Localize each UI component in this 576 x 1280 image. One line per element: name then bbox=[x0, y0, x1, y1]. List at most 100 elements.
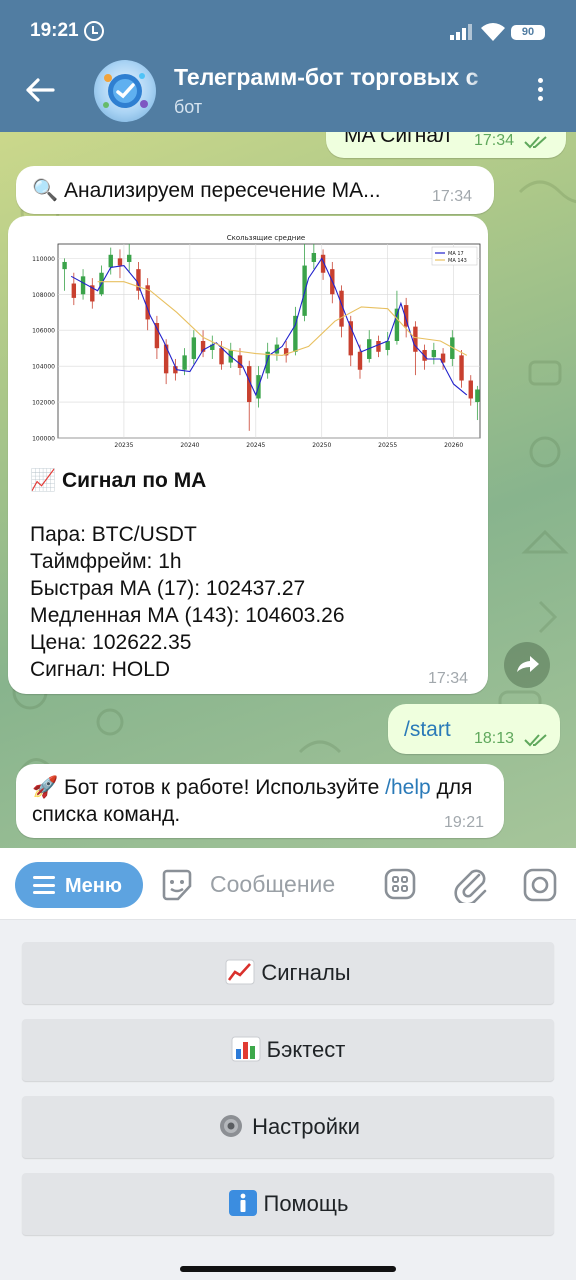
candle-body bbox=[459, 355, 464, 381]
chart-up-icon bbox=[225, 959, 255, 985]
message-text: MA Сигнал bbox=[344, 132, 451, 147]
candle-body bbox=[71, 283, 77, 298]
candle-body bbox=[62, 261, 67, 270]
x-tick-label: 20255 bbox=[378, 442, 397, 448]
message-text: 🔍 Анализируем пересечение МА... bbox=[32, 179, 381, 202]
candle-body bbox=[385, 341, 390, 350]
candle-body bbox=[431, 349, 437, 358]
settings-button[interactable]: Настройки bbox=[22, 1096, 554, 1158]
incoming-message[interactable]: 🚀 Бот готов к работе! Используйте /help … bbox=[16, 764, 504, 838]
bot-keyboard: Сигналы Бэктест Настройки Помощь bbox=[0, 920, 576, 1280]
help-command-link[interactable]: /help bbox=[385, 776, 431, 799]
x-tick-label: 20235 bbox=[114, 442, 133, 448]
x-tick-label: 20240 bbox=[180, 442, 199, 448]
help-button[interactable]: Помощь bbox=[22, 1173, 554, 1235]
more-options-icon[interactable] bbox=[530, 78, 550, 108]
navigation-handle[interactable] bbox=[180, 1266, 396, 1272]
outgoing-message[interactable]: /start 18:13 bbox=[388, 704, 560, 754]
signals-button[interactable]: Сигналы bbox=[22, 942, 554, 1004]
candle-body bbox=[80, 276, 86, 295]
outgoing-message[interactable]: MA Сигнал 17:34 bbox=[326, 132, 566, 158]
signal-slow-ma: Медленная МА (143): 104603.26 bbox=[30, 604, 345, 627]
candle-body bbox=[154, 323, 160, 349]
bot-avatar[interactable] bbox=[94, 60, 156, 122]
chat-area[interactable]: MA Сигнал 17:34 🔍 Анализируем пересечени… bbox=[0, 132, 576, 848]
chat-title[interactable]: Телеграмм-бот торговых с bbox=[174, 64, 504, 94]
signal-price: Цена: 102622.35 bbox=[30, 631, 192, 654]
candle-body bbox=[127, 254, 132, 262]
chart-svg: Скользящие средние 100000 102000 104000 106… bbox=[32, 234, 481, 449]
read-checkmark-icon bbox=[524, 136, 547, 149]
command-link[interactable]: /start bbox=[404, 716, 451, 743]
info-icon bbox=[228, 1190, 257, 1216]
x-tick-label: 20250 bbox=[312, 442, 331, 448]
apps-grid-icon[interactable] bbox=[384, 868, 416, 900]
signal-details: Пара: BTC/USDT Таймфрейм: 1h Быстрая МА … bbox=[30, 521, 345, 683]
candle-body bbox=[475, 389, 480, 403]
battery-icon: 90 bbox=[511, 25, 545, 40]
message-text-part: Бот готов к работе! Используйте bbox=[58, 776, 386, 799]
y-tick-label: 100000 bbox=[32, 436, 55, 443]
x-tick-label: 20245 bbox=[246, 442, 265, 448]
message-time: 17:34 bbox=[474, 132, 515, 149]
chat-subtitle: бот bbox=[174, 97, 203, 117]
candle-body bbox=[311, 252, 317, 262]
ma-chart[interactable]: Скользящие средние 100000 102000 104000 106… bbox=[18, 224, 484, 449]
message-input[interactable] bbox=[210, 868, 370, 900]
candle-body bbox=[182, 355, 187, 370]
signal-message[interactable]: Скользящие средние 100000 102000 104000 106… bbox=[8, 216, 488, 694]
signal-pair: Пара: BTC/USDT bbox=[30, 523, 197, 546]
read-checkmark-icon bbox=[524, 734, 547, 747]
candle-body bbox=[376, 341, 381, 352]
y-tick-label: 110000 bbox=[32, 256, 55, 263]
signal-heading: 📈 Сигнал по MA bbox=[30, 469, 207, 492]
y-tick-label: 108000 bbox=[32, 292, 55, 299]
legend-label: MA 143 bbox=[448, 258, 467, 264]
bot-logo-icon bbox=[103, 73, 148, 108]
y-tick-label: 106000 bbox=[32, 328, 55, 335]
attach-icon[interactable] bbox=[453, 865, 489, 903]
y-tick-label: 104000 bbox=[32, 364, 55, 371]
message-text: 🚀 Бот готов к работе! Используйте /help … bbox=[32, 774, 496, 828]
candle-body bbox=[219, 348, 224, 365]
signal-icon bbox=[450, 24, 472, 40]
candle-body bbox=[191, 337, 197, 359]
candle-body bbox=[468, 380, 473, 399]
menu-icon bbox=[33, 876, 55, 894]
settings-label: Настройки bbox=[252, 1114, 360, 1139]
camera-icon[interactable] bbox=[523, 868, 557, 902]
legend-label: MA 17 bbox=[448, 251, 464, 257]
bar-chart-icon bbox=[231, 1036, 261, 1062]
candle-body bbox=[117, 258, 123, 266]
help-label: Помощь bbox=[263, 1191, 349, 1216]
signal-timeframe: Таймфрейм: 1h bbox=[30, 550, 182, 573]
menu-label: Меню bbox=[65, 875, 122, 897]
wifi-icon bbox=[481, 23, 505, 41]
chat-header: Телеграмм-бот торговых с бот bbox=[0, 44, 576, 132]
backtest-button[interactable]: Бэктест bbox=[22, 1019, 554, 1081]
signal-value: Сигнал: HOLD bbox=[30, 658, 171, 681]
candle-body bbox=[357, 351, 363, 370]
candle-body bbox=[108, 254, 113, 268]
chart-title: Скользящие средние bbox=[227, 234, 305, 242]
forward-button[interactable] bbox=[504, 642, 550, 688]
rocket-emoji: 🚀 bbox=[32, 776, 59, 799]
backtest-label: Бэктест bbox=[266, 1037, 346, 1062]
message-time: 18:13 bbox=[474, 730, 515, 747]
signal-fast-ma: Быстрая МА (17): 102437.27 bbox=[30, 577, 306, 600]
gear-icon bbox=[220, 1115, 243, 1137]
signals-label: Сигналы bbox=[261, 960, 351, 985]
message-time: 19:21 bbox=[444, 814, 485, 831]
bot-menu-button[interactable]: Меню bbox=[15, 862, 143, 908]
x-tick-label: 20260 bbox=[444, 442, 463, 448]
sticker-icon[interactable] bbox=[160, 868, 194, 902]
y-tick-label: 102000 bbox=[32, 400, 55, 407]
incoming-message[interactable]: 🔍 Анализируем пересечение МА... 17:34 bbox=[16, 166, 494, 214]
back-arrow-icon[interactable] bbox=[24, 76, 56, 104]
alarm-icon bbox=[84, 21, 104, 41]
message-time: 17:34 bbox=[428, 670, 469, 687]
share-arrow-icon bbox=[517, 656, 539, 672]
candle-body bbox=[237, 355, 243, 368]
message-time: 17:34 bbox=[432, 188, 473, 205]
message-input-bar: Меню bbox=[0, 848, 576, 920]
